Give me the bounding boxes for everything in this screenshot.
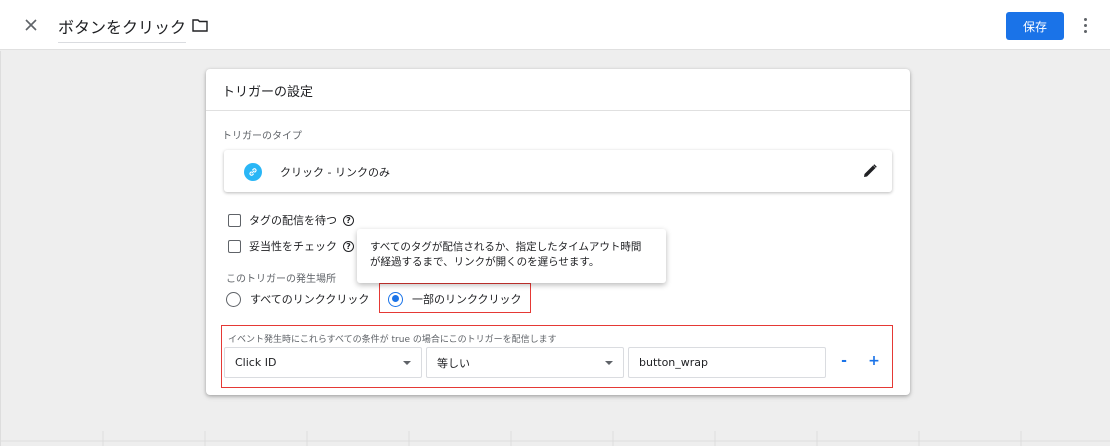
tooltip-line-1: すべてのタグが配信されるか、指定したタイムアウト時間 xyxy=(370,241,642,253)
trigger-type-label: トリガーのタイプ xyxy=(222,131,302,142)
card-header: トリガーの設定 xyxy=(206,69,910,111)
variable-select-value: Click ID xyxy=(235,356,277,369)
help-icon[interactable]: ? xyxy=(343,214,354,226)
check-validation-checkbox[interactable] xyxy=(228,239,241,253)
operator-select[interactable]: 等しい xyxy=(426,347,624,378)
radio-label: すべてのリンククリック xyxy=(250,293,370,306)
radio-all-link-clicks[interactable]: すべてのリンククリック xyxy=(226,291,369,307)
wait-for-tags-row: タグの配信を待つ ? xyxy=(228,212,354,228)
trigger-type-selector[interactable]: クリック - リンクのみ xyxy=(224,150,892,192)
edit-icon[interactable] xyxy=(862,163,878,179)
add-condition-button[interactable]: + xyxy=(867,353,881,369)
dropdown-arrow-icon xyxy=(403,361,411,365)
radio-button[interactable] xyxy=(226,291,241,307)
check-validation-label: 妥当性をチェック xyxy=(249,240,337,253)
remove-condition-button[interactable]: - xyxy=(837,353,851,369)
top-bar: ボタンをクリック 保存 xyxy=(0,0,1110,50)
variable-select[interactable]: Click ID xyxy=(224,347,422,378)
radio-button-selected[interactable] xyxy=(388,291,403,307)
save-button[interactable]: 保存 xyxy=(1006,12,1064,40)
more-vert-icon[interactable] xyxy=(1078,14,1092,36)
condition-label: イベント発生時にこれらすべての条件が true の場合にこのトリガーを配信します xyxy=(228,335,557,345)
trigger-type-value: クリック - リンクのみ xyxy=(280,166,390,179)
help-tooltip: すべてのタグが配信されるか、指定したタイムアウト時間 が経過するまで、リンクが開… xyxy=(357,229,666,283)
fire-on-label: このトリガーの発生場所 xyxy=(226,274,336,285)
operator-select-value: 等しい xyxy=(437,356,470,370)
link-icon xyxy=(244,163,262,181)
value-input-text: button_wrap xyxy=(639,356,709,369)
help-icon[interactable]: ? xyxy=(343,240,354,252)
value-input[interactable]: button_wrap xyxy=(628,347,826,378)
tooltip-line-2: が経過するまで、リンクが開くのを遅らせます。 xyxy=(370,256,600,268)
check-validation-row: 妥当性をチェック ? xyxy=(228,238,354,254)
wait-for-tags-label: タグの配信を待つ xyxy=(249,214,337,227)
wait-for-tags-checkbox[interactable] xyxy=(228,213,241,227)
radio-some-link-clicks[interactable]: 一部のリンククリック xyxy=(388,291,522,307)
close-icon[interactable] xyxy=(20,14,42,36)
card-title: トリガーの設定 xyxy=(222,85,314,100)
folder-icon[interactable] xyxy=(192,17,210,33)
radio-label: 一部のリンククリック xyxy=(412,293,522,306)
dropdown-arrow-icon xyxy=(605,361,613,365)
page-title[interactable]: ボタンをクリック xyxy=(58,14,187,43)
